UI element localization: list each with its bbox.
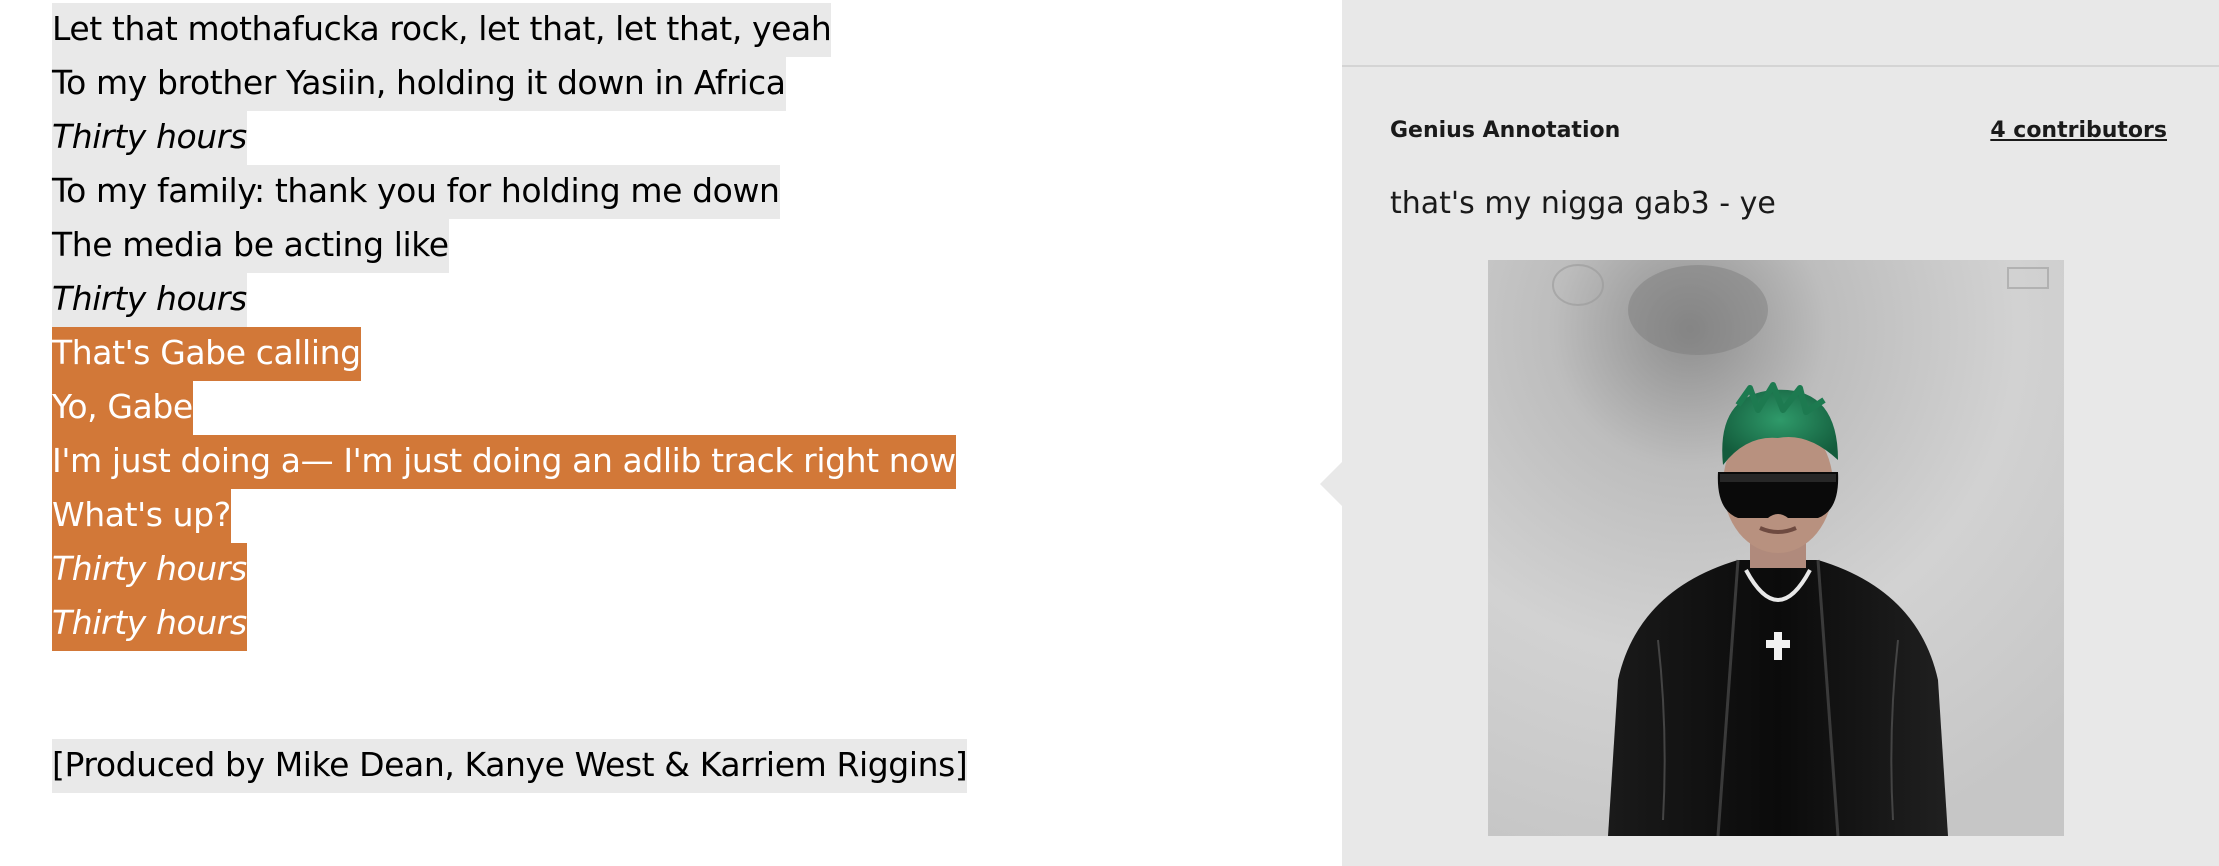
annotation-panel: Genius Annotation 4 contributors that's … [1320, 0, 2219, 866]
lyric-line-text[interactable]: Thirty hours [52, 597, 247, 651]
lyric-line-text[interactable]: To my brother Yasiin, holding it down in… [52, 57, 786, 111]
lyric-line[interactable]: The media be acting like [52, 219, 1302, 273]
annotation-pointer-arrow [1320, 462, 1342, 506]
lyrics-section: Let that mothafucka rock, let that, let … [52, 3, 1302, 793]
lyric-line-text[interactable]: Thirty hours [52, 273, 247, 327]
lyric-credits-text[interactable]: [Produced by Mike Dean, Kanye West & Kar… [52, 739, 968, 793]
annotation-body-text: that's my nigga gab3 - ye [1390, 186, 1776, 221]
lyric-line-annotated[interactable]: That's Gabe calling [52, 327, 1302, 381]
lyric-line-text[interactable]: Thirty hours [52, 543, 247, 597]
lyric-line-text[interactable]: To my family: thank you for holding me d… [52, 165, 780, 219]
lyric-line-text[interactable]: The media be acting like [52, 219, 449, 273]
lyric-line[interactable]: Thirty hours [52, 111, 1302, 165]
annotation-panel-header [1342, 0, 2219, 67]
lyric-line-text[interactable]: What's up? [52, 489, 231, 543]
lyric-line-text[interactable]: Thirty hours [52, 111, 247, 165]
lyric-stanza-break [52, 651, 1302, 739]
lyric-line-text[interactable]: I'm just doing a— I'm just doing an adli… [52, 435, 956, 489]
lyric-line-annotated[interactable]: Yo, Gabe [52, 381, 1302, 435]
lyric-line[interactable]: Let that mothafucka rock, let that, let … [52, 3, 1302, 57]
lyric-line-annotated[interactable]: I'm just doing a— I'm just doing an adli… [52, 435, 1302, 489]
lyric-line[interactable]: To my family: thank you for holding me d… [52, 165, 1302, 219]
lyric-line-text[interactable]: Let that mothafucka rock, let that, let … [52, 3, 832, 57]
lyric-line-annotated[interactable]: What's up? [52, 489, 1302, 543]
contributors-link[interactable]: 4 contributors [1990, 118, 2167, 143]
lyric-credits-line[interactable]: [Produced by Mike Dean, Kanye West & Kar… [52, 739, 1302, 793]
annotation-label: Genius Annotation [1390, 118, 1621, 143]
annotation-image[interactable] [1488, 260, 2064, 836]
photo-person-green-hair-sunglasses-icon [1488, 260, 2064, 836]
lyric-line-text[interactable]: That's Gabe calling [52, 327, 361, 381]
lyric-line-text[interactable]: Yo, Gabe [52, 381, 193, 435]
lyric-line-annotated[interactable]: Thirty hours [52, 597, 1302, 651]
lyric-line[interactable]: Thirty hours [52, 273, 1302, 327]
lyric-line[interactable]: To my brother Yasiin, holding it down in… [52, 57, 1302, 111]
lyric-line-annotated[interactable]: Thirty hours [52, 543, 1302, 597]
